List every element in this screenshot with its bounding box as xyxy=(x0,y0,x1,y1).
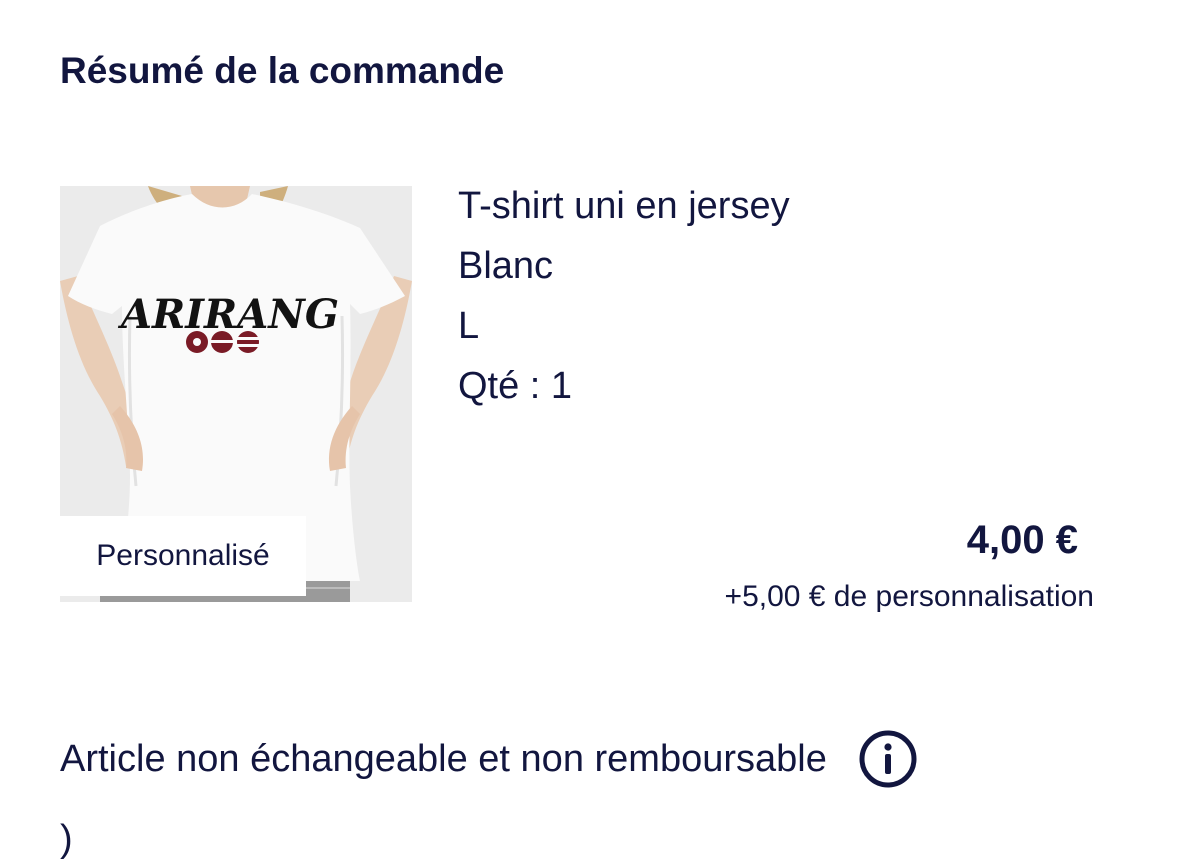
personalised-badge: Personnalisé xyxy=(60,516,306,596)
partial-text-below: ) xyxy=(60,818,73,860)
print-emblem xyxy=(186,331,259,353)
notice-text: Article non échangeable et non remboursa… xyxy=(60,737,827,780)
product-size: L xyxy=(458,305,480,347)
product-details: T-shirt uni en jersey Blanc L Qté : 1 xyxy=(458,176,790,416)
product-name[interactable]: T-shirt uni en jersey xyxy=(458,176,790,236)
page-title: Résumé de la commande xyxy=(60,50,505,91)
product-image[interactable]: ARIRANG Personnalisé xyxy=(60,186,412,602)
product-quantity: Qté : 1 xyxy=(458,365,573,407)
product-price: 4,00 € xyxy=(966,518,1078,562)
non-refundable-notice: Article non échangeable et non remboursa… xyxy=(60,728,919,790)
info-icon[interactable] xyxy=(857,728,919,790)
personalisation-fee: +5,00 € de personnalisation xyxy=(724,580,1094,613)
product-color: Blanc xyxy=(458,245,554,287)
print-logo-text: ARIRANG xyxy=(117,291,339,338)
